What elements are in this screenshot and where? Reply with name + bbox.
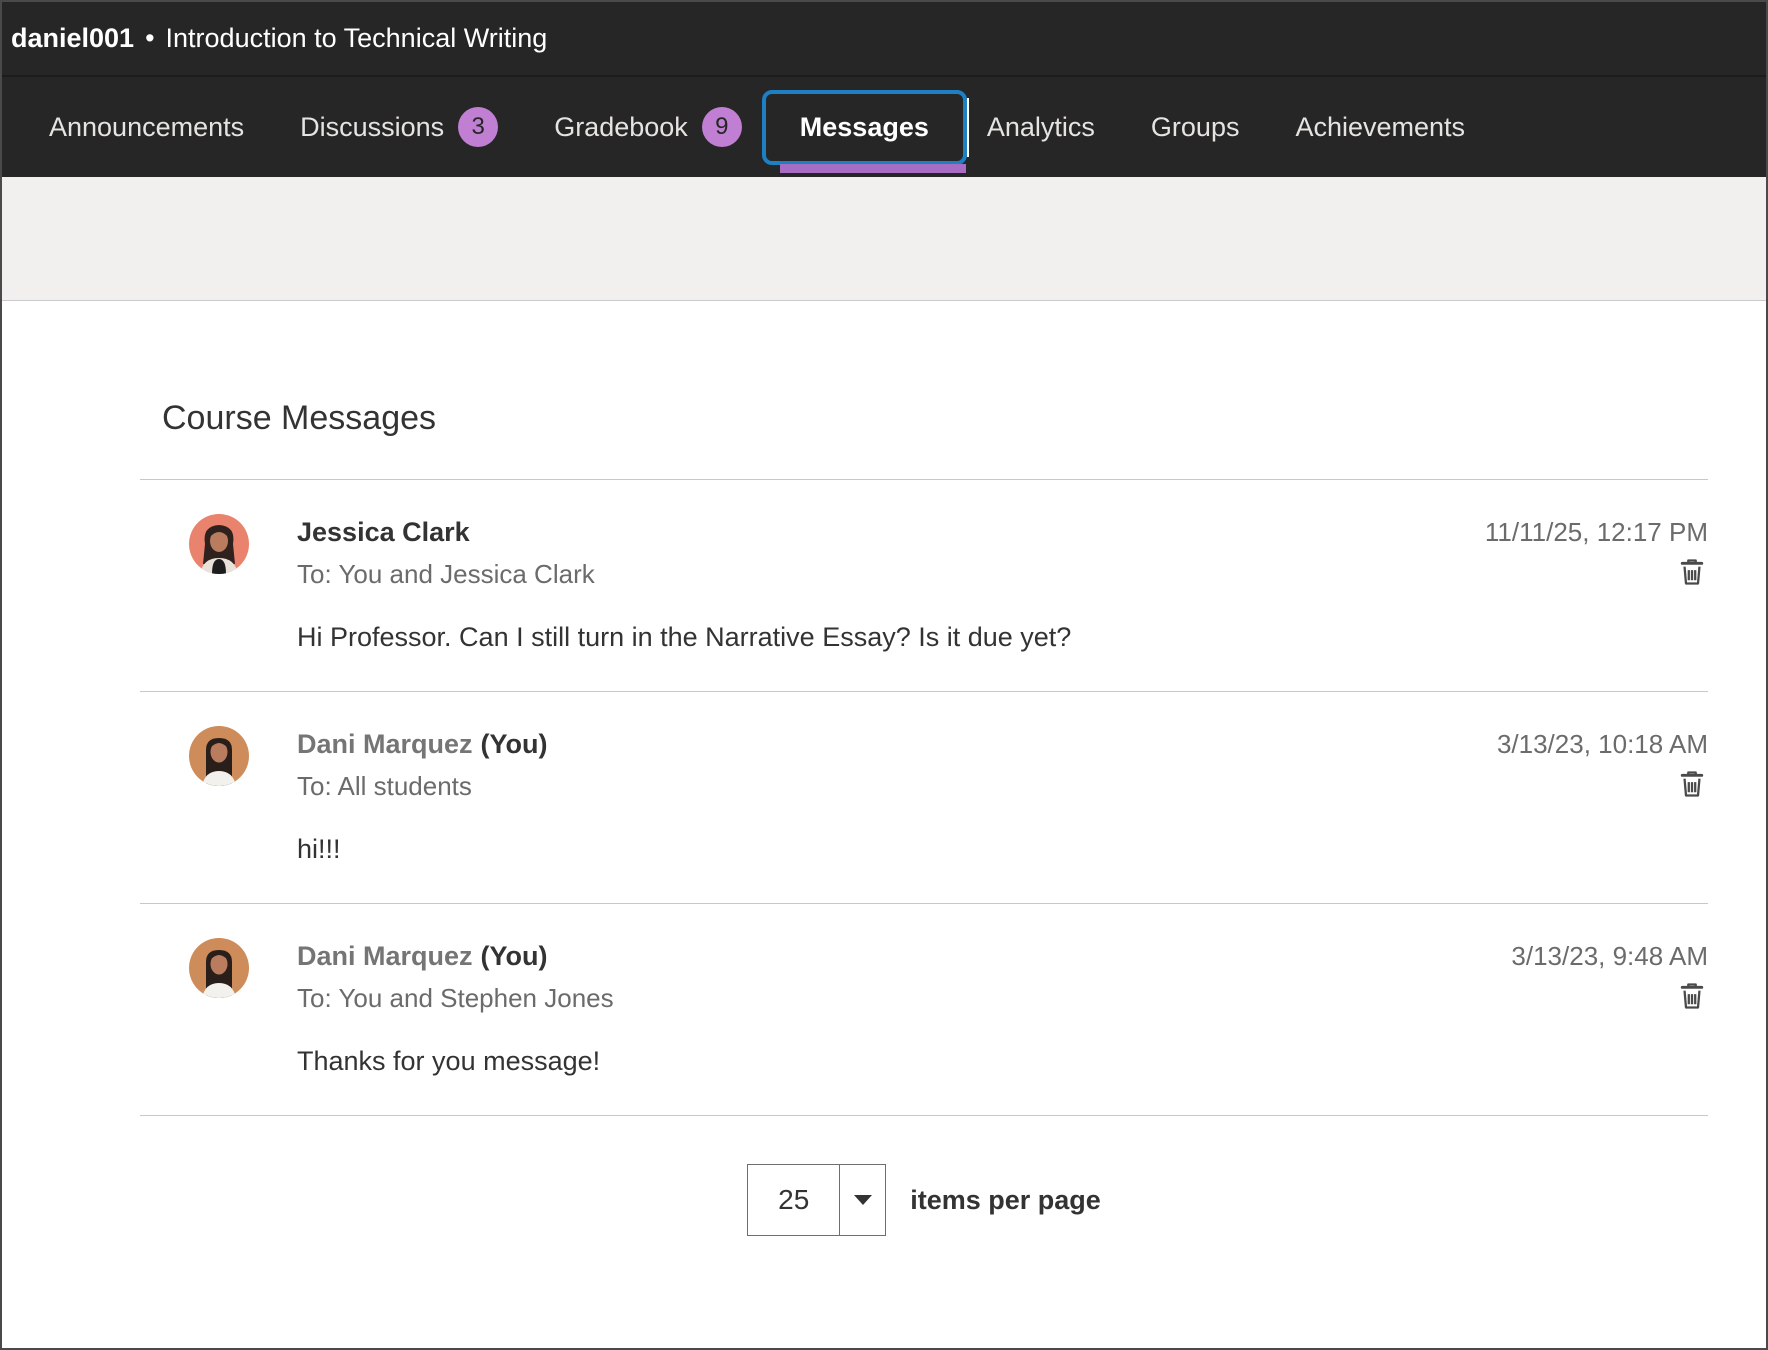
select-caret-section (839, 1165, 885, 1235)
active-tab-indicator (780, 164, 966, 173)
message-main: Jessica Clark To: You and Jessica Clark … (297, 514, 1708, 655)
tab-gradebook-label: Gradebook (554, 112, 688, 143)
delete-message-button[interactable] (1676, 980, 1708, 1015)
course-title: Introduction to Technical Writing (166, 23, 548, 54)
tab-achievements-label: Achievements (1295, 112, 1465, 143)
message-timestamp: 11/11/25, 12:17 PM (1485, 514, 1708, 550)
message-timestamp: 3/13/23, 9:48 AM (1511, 938, 1708, 974)
trash-icon (1676, 556, 1708, 588)
tab-analytics-label: Analytics (987, 112, 1095, 143)
message-list: Jessica Clark To: You and Jessica Clark … (140, 479, 1708, 1116)
app-window: daniel001 • Introduction to Technical Wr… (0, 0, 1768, 1350)
tab-discussions-label: Discussions (300, 112, 444, 143)
message-sender: Dani Marquez (297, 729, 473, 759)
message-sender: Dani Marquez (297, 941, 473, 971)
items-per-page-label: items per page (910, 1185, 1101, 1216)
tab-messages-label: Messages (800, 112, 929, 143)
message-body: hi!!! (297, 831, 1708, 867)
message-recipients: To: You and Jessica Clark (297, 556, 595, 592)
caret-down-icon (854, 1195, 872, 1205)
page-title: Course Messages (162, 395, 1708, 441)
tab-announcements[interactable]: Announcements (49, 112, 244, 143)
discussions-count-badge: 3 (458, 107, 498, 147)
tab-achievements[interactable]: Achievements (1295, 112, 1465, 143)
avatar-jessica-illustration (189, 514, 249, 574)
tab-separator (967, 98, 969, 157)
pagination-bar: 25 items per page (140, 1164, 1708, 1236)
delete-message-button[interactable] (1676, 768, 1708, 803)
gradebook-count-badge: 9 (702, 107, 742, 147)
username: daniel001 (11, 23, 134, 54)
tab-messages[interactable]: Messages (762, 90, 967, 165)
subheader-strip (2, 177, 1766, 301)
tab-announcements-label: Announcements (49, 112, 244, 143)
header-separator-dot: • (145, 23, 154, 54)
message-row[interactable]: Jessica Clark To: You and Jessica Clark … (140, 479, 1708, 691)
items-per-page-select[interactable]: 25 (747, 1164, 886, 1236)
message-sender: Jessica Clark (297, 517, 470, 547)
items-per-page-value: 25 (748, 1165, 839, 1235)
messages-page: Course Messages (2, 395, 1766, 1236)
message-recipients: To: You and Stephen Jones (297, 980, 614, 1016)
message-sender-suffix: (You) (481, 729, 548, 759)
message-body: Hi Professor. Can I still turn in the Na… (297, 619, 1708, 655)
avatar (189, 726, 249, 786)
delete-message-button[interactable] (1676, 556, 1708, 591)
tab-groups-label: Groups (1151, 112, 1240, 143)
tab-discussions[interactable]: Discussions 3 (300, 107, 498, 147)
message-sender-suffix: (You) (481, 941, 548, 971)
avatar (189, 938, 249, 998)
trash-icon (1676, 980, 1708, 1012)
course-nav-bar: Announcements Discussions 3 Gradebook 9 … (2, 77, 1766, 177)
trash-icon (1676, 768, 1708, 800)
message-timestamp: 3/13/23, 10:18 AM (1497, 726, 1708, 762)
avatar-dani-illustration (189, 726, 249, 786)
message-row[interactable]: Dani Marquez (You) To: You and Stephen Jo… (140, 903, 1708, 1115)
message-main: Dani Marquez (You) To: All students 3/13/… (297, 726, 1708, 867)
message-recipients: To: All students (297, 768, 548, 804)
avatar-dani-illustration (189, 938, 249, 998)
tab-gradebook[interactable]: Gradebook 9 (554, 107, 742, 147)
course-header-bar: daniel001 • Introduction to Technical Wr… (2, 2, 1766, 77)
tab-groups[interactable]: Groups (1151, 112, 1240, 143)
message-row[interactable]: Dani Marquez (You) To: All students 3/13/… (140, 691, 1708, 903)
avatar (189, 514, 249, 574)
tab-analytics[interactable]: Analytics (987, 112, 1095, 143)
message-body: Thanks for you message! (297, 1043, 1708, 1079)
message-main: Dani Marquez (You) To: You and Stephen Jo… (297, 938, 1708, 1079)
